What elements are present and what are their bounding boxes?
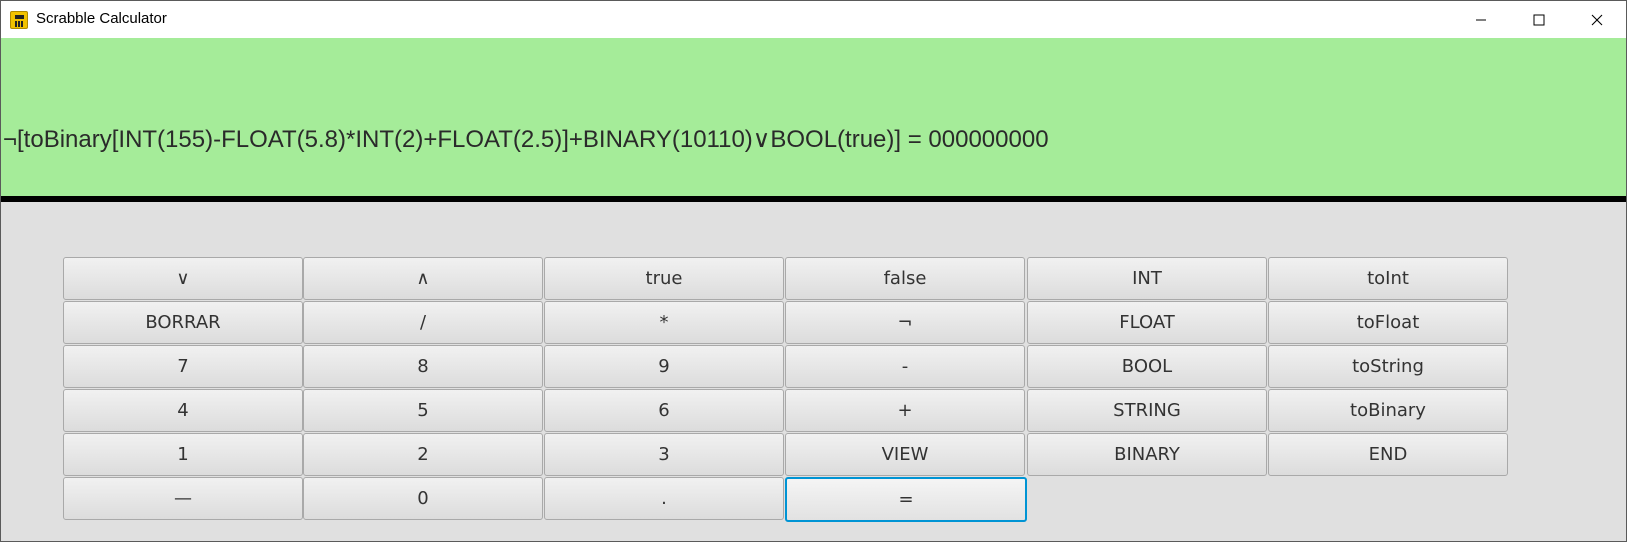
key-false-button[interactable]: false: [785, 257, 1025, 300]
key-or-button[interactable]: ∨: [63, 257, 303, 300]
key-negate-button[interactable]: —: [63, 477, 303, 520]
key-multiply-button[interactable]: *: [544, 301, 784, 344]
minimize-icon: [1476, 19, 1486, 20]
key-end-button[interactable]: END: [1268, 433, 1508, 476]
key-6-button[interactable]: 6: [544, 389, 784, 432]
key-minus-button[interactable]: -: [785, 345, 1025, 388]
key-2-button[interactable]: 2: [303, 433, 543, 476]
calculator-window: Scrabble Calculator ¬[toBinary[INT(155)-…: [0, 0, 1627, 542]
expression-text: ¬[toBinary[INT(155)-FLOAT(5.8)*INT(2)+FL…: [3, 126, 1049, 153]
key-binary-button[interactable]: BINARY: [1027, 433, 1267, 476]
window-title: Scrabble Calculator: [36, 10, 167, 27]
key-equals-button[interactable]: =: [785, 477, 1027, 522]
key-toint-button[interactable]: toInt: [1268, 257, 1508, 300]
key-int-button[interactable]: INT: [1027, 257, 1267, 300]
key-not-button[interactable]: ¬: [785, 301, 1025, 344]
key-5-button[interactable]: 5: [303, 389, 543, 432]
key-plus-button[interactable]: +: [785, 389, 1025, 432]
key-1-button[interactable]: 1: [63, 433, 303, 476]
key-string-button[interactable]: STRING: [1027, 389, 1267, 432]
key-true-button[interactable]: true: [544, 257, 784, 300]
key-8-button[interactable]: 8: [303, 345, 543, 388]
key-0-button[interactable]: 0: [303, 477, 543, 520]
maximize-icon: [1533, 14, 1545, 25]
maximize-button[interactable]: [1510, 1, 1568, 38]
close-button[interactable]: [1568, 1, 1626, 38]
key-9-button[interactable]: 9: [544, 345, 784, 388]
title-bar[interactable]: Scrabble Calculator: [1, 1, 1626, 38]
key-bool-button[interactable]: BOOL: [1027, 345, 1267, 388]
key-view-button[interactable]: VIEW: [785, 433, 1025, 476]
close-icon: [1591, 14, 1603, 25]
key-divide-button[interactable]: /: [303, 301, 543, 344]
minimize-button[interactable]: [1452, 1, 1510, 38]
keypad: ∨ ∧ true false INT toInt BORRAR / * ¬ FLOAT toFloat…: [63, 257, 1563, 541]
key-7-button[interactable]: 7: [63, 345, 303, 388]
key-tobinary-button[interactable]: toBinary: [1268, 389, 1508, 432]
calculator-icon: [10, 11, 28, 29]
display-divider: [1, 196, 1626, 202]
key-float-button[interactable]: FLOAT: [1027, 301, 1267, 344]
key-and-button[interactable]: ∧: [303, 257, 543, 300]
key-function toString() { [native code] }-button[interactable]: toString: [1268, 345, 1508, 388]
key-3-button[interactable]: 3: [544, 433, 784, 476]
result-display: ¬[toBinary[INT(155)-FLOAT(5.8)*INT(2)+FL…: [1, 38, 1626, 196]
key-decimal-button[interactable]: .: [544, 477, 784, 520]
key-borrar-button[interactable]: BORRAR: [63, 301, 303, 344]
key-4-button[interactable]: 4: [63, 389, 303, 432]
key-tofloat-button[interactable]: toFloat: [1268, 301, 1508, 344]
